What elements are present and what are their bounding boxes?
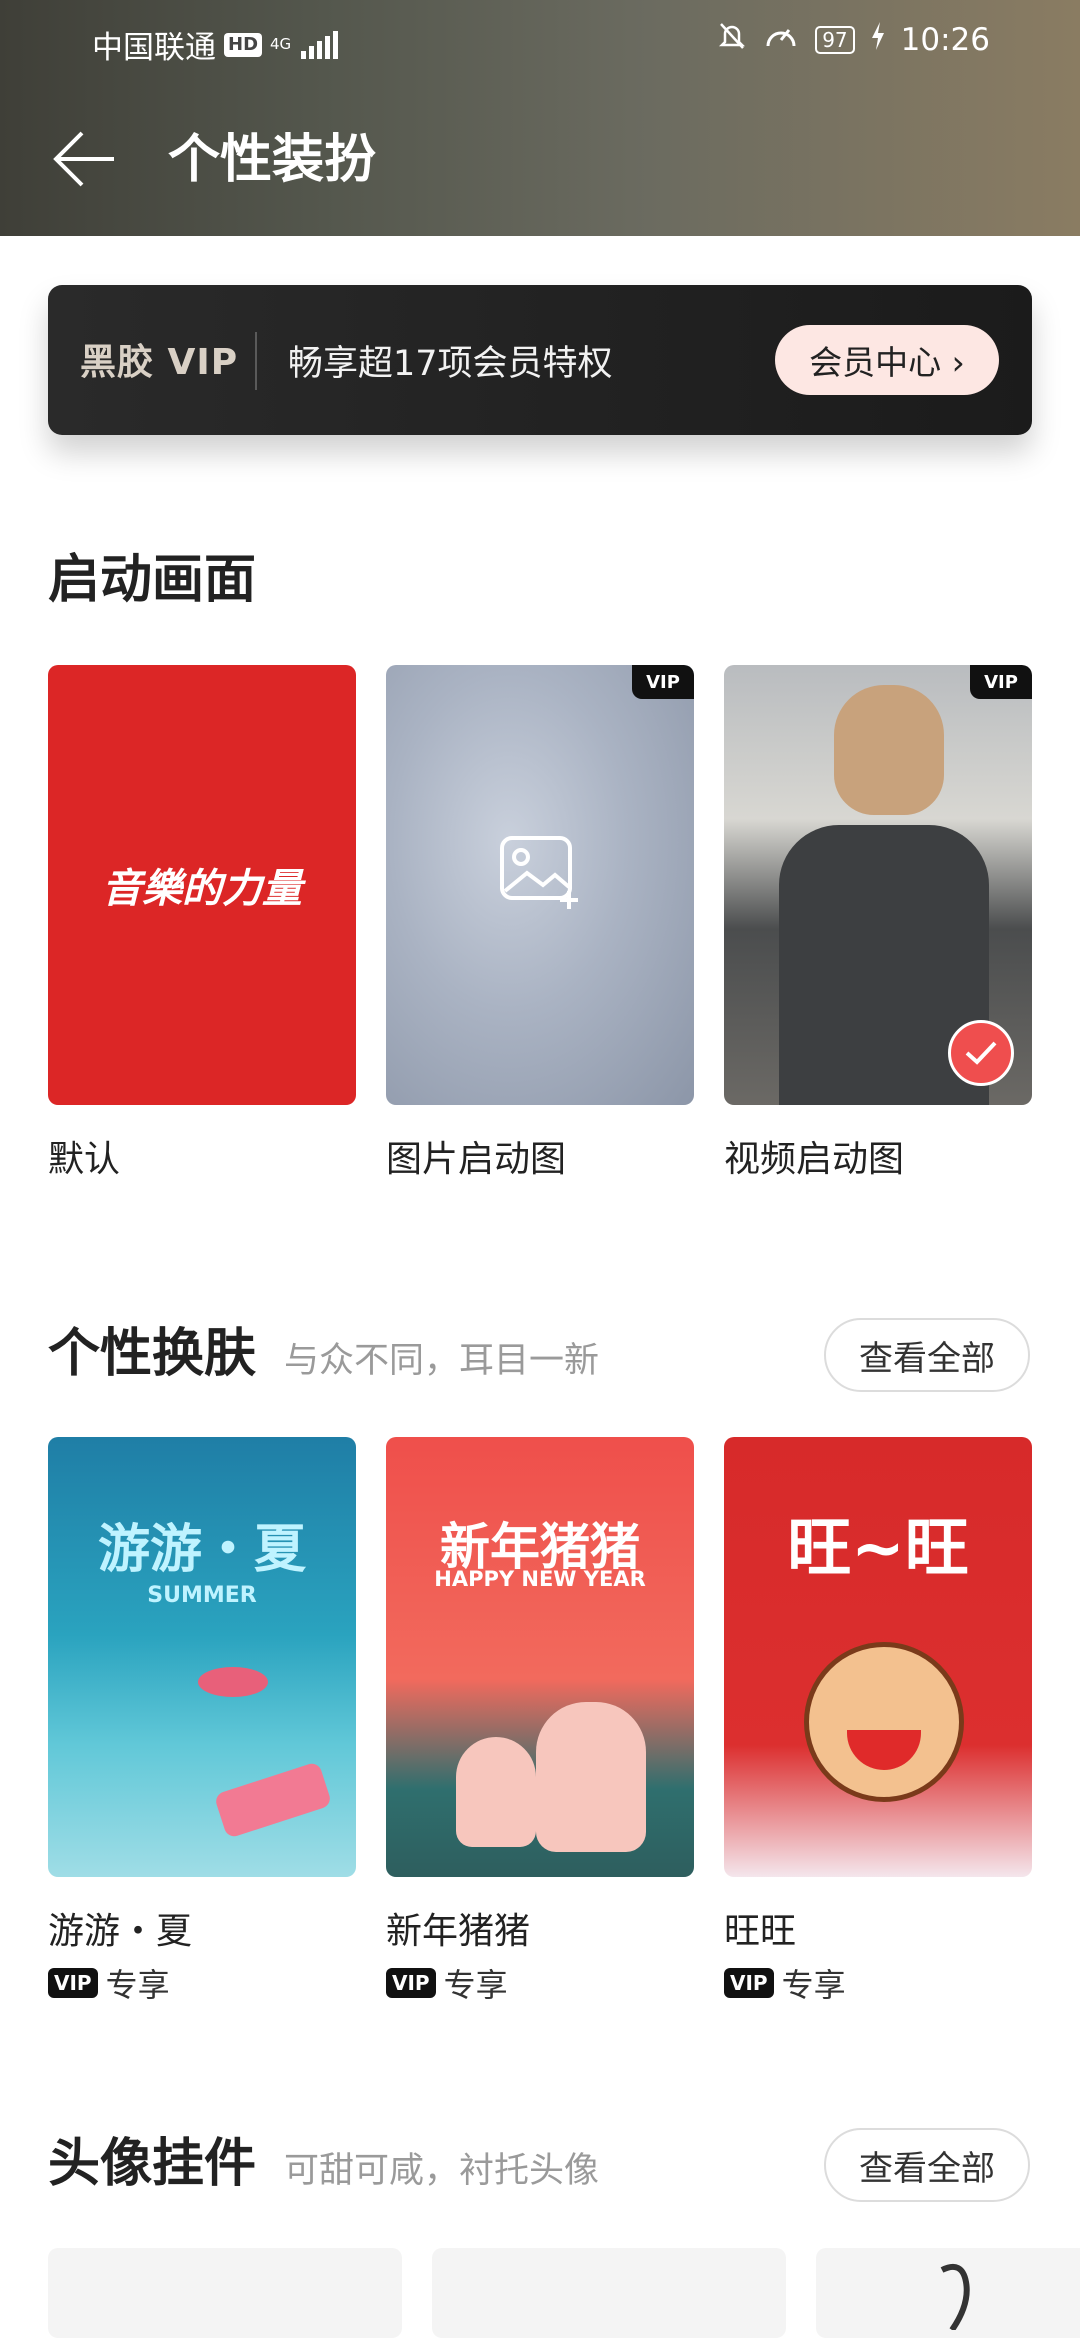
vip-tag: VIP <box>724 1968 774 1998</box>
avatar-section-subtitle: 可甜可咸，衬托头像 <box>284 2151 600 2191</box>
hd-badge: HD <box>224 32 263 57</box>
skin-thumb-title: 游游・夏 <box>97 1520 306 1580</box>
app-header: 中国联通 HD 4G 97 10:26 个性装扮 <box>0 0 1080 236</box>
vip-exclusive-badge: VIP 专享 <box>48 1960 170 2006</box>
selected-check-icon <box>948 1020 1014 1086</box>
avatar-pendant-card[interactable] <box>816 2248 1080 2338</box>
wangwang-face <box>804 1642 964 1802</box>
vip-logo: 黑胶 VIP <box>80 342 239 383</box>
status-left: 中国联通 HD 4G <box>92 22 339 67</box>
avatar-pendant-card[interactable] <box>432 2248 786 2338</box>
vip-tag: VIP <box>48 1968 98 1998</box>
splash-thumb-text: 音樂的力量 <box>102 866 302 912</box>
splash-label-video: 视频启动图 <box>724 1139 905 1180</box>
splash-card-image[interactable]: VIP <box>386 665 694 1105</box>
video-person-head <box>834 685 944 815</box>
skin-label-newyear: 新年猪猪 <box>386 1911 531 1952</box>
back-arrow-icon <box>53 131 114 187</box>
charging-icon <box>871 22 885 58</box>
carrier-name: 中国联通 <box>92 30 216 66</box>
splash-card-video[interactable]: VIP <box>724 665 1032 1105</box>
divider <box>255 332 257 390</box>
mute-icon <box>717 20 747 60</box>
splash-card-default[interactable]: 音樂的力量 <box>48 665 356 1105</box>
skin-view-all-button[interactable]: 查看全部 <box>824 1318 1030 1392</box>
exclusive-label: 专享 <box>781 1966 846 2004</box>
vip-banner[interactable]: 黑胶 VIP 畅享超17项会员特权 会员中心 › <box>48 285 1032 435</box>
splash-label-default: 默认 <box>48 1139 121 1180</box>
skin-card-wangwang[interactable]: 旺~旺 <box>724 1437 1032 1877</box>
pool-float <box>213 1761 333 1839</box>
skin-label-summer: 游游・夏 <box>48 1911 193 1952</box>
skin-section-title: 个性换肤 <box>48 1324 257 1384</box>
vip-corner-badge: VIP <box>632 665 694 699</box>
pig-figure-large <box>536 1702 646 1852</box>
avatar-section-title: 头像挂件 <box>48 2134 257 2194</box>
avatar-pendant-card[interactable] <box>48 2248 402 2338</box>
skin-section-subtitle: 与众不同，耳目一新 <box>284 1341 600 1381</box>
vip-exclusive-badge: VIP 专享 <box>724 1960 846 2006</box>
member-center-button[interactable]: 会员中心 › <box>775 325 999 395</box>
signal-icon <box>301 30 339 59</box>
skin-thumb-title: 旺~旺 <box>787 1512 969 1586</box>
clock-time: 10:26 <box>900 22 990 58</box>
exclusive-label: 专享 <box>105 1966 170 2004</box>
vip-tag: VIP <box>386 1968 436 1998</box>
skin-thumb-subtitle: HAPPY NEW YEAR <box>434 1567 646 1591</box>
page-title: 个性装扮 <box>168 130 377 190</box>
avatar-view-all-button[interactable]: 查看全部 <box>824 2128 1030 2202</box>
vip-benefits-text: 畅享超17项会员特权 <box>288 344 613 384</box>
skin-label-wangwang: 旺旺 <box>724 1911 797 1952</box>
swim-ring <box>198 1667 268 1697</box>
splash-label-image: 图片启动图 <box>386 1139 567 1180</box>
back-button[interactable] <box>50 124 120 194</box>
vip-corner-badge: VIP <box>970 665 1032 699</box>
skin-thumb-subtitle: SUMMER <box>147 1583 257 1608</box>
pig-figure-small <box>456 1737 536 1847</box>
skin-card-summer[interactable]: 游游・夏 SUMMER <box>48 1437 356 1877</box>
nav-bar: 个性装扮 <box>0 110 1080 210</box>
status-right: 97 10:26 <box>717 20 990 60</box>
splash-section-title: 启动画面 <box>48 550 257 610</box>
status-bar: 中国联通 HD 4G 97 10:26 <box>0 0 1080 82</box>
vip-exclusive-badge: VIP 专享 <box>386 1960 508 2006</box>
exclusive-label: 专享 <box>443 1966 508 2004</box>
battery-level: 97 <box>815 26 855 54</box>
network-type: 4G <box>270 35 292 53</box>
skin-card-newyear[interactable]: 新年猪猪 HAPPY NEW YEAR <box>386 1437 694 1877</box>
pendant-icon <box>940 2264 970 2330</box>
speed-icon <box>763 20 799 60</box>
add-image-icon <box>499 835 583 913</box>
